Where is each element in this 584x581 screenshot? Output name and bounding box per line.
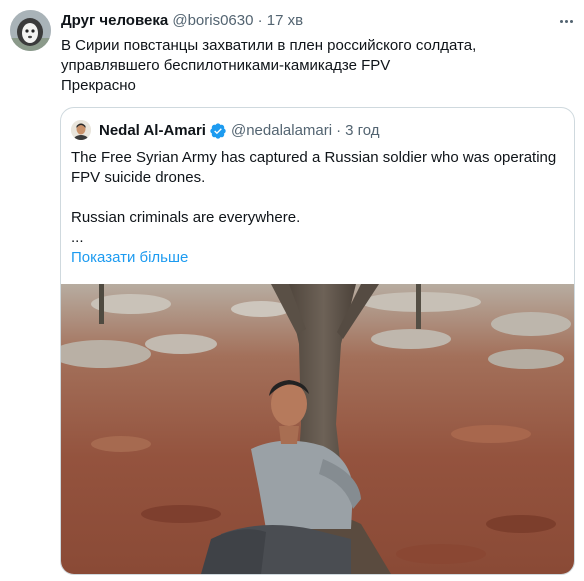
tweet-header: Друг человека @boris0630 · 17 хв <box>61 11 303 31</box>
tweet-timestamp[interactable]: 17 хв <box>267 12 303 29</box>
quoted-tweet-timestamp[interactable]: 3 год <box>345 121 379 141</box>
quoted-text-line: ... <box>71 229 84 246</box>
quoted-text-blank-line <box>71 188 566 208</box>
quoted-author-avatar[interactable] <box>71 120 91 140</box>
quoted-author-name[interactable]: Nedal Al-Amari <box>99 121 206 141</box>
tweet-text-line: управлявшего беспилотниками-камикадзе FP… <box>61 57 391 74</box>
tweet-text-line: Прекрасно <box>61 77 136 94</box>
show-more-link[interactable]: Показати більше <box>71 248 188 268</box>
verified-badge-icon <box>210 123 226 139</box>
quoted-tweet-text: The Free Syrian Army has captured a Russ… <box>71 148 566 248</box>
quoted-header-separator: · <box>336 122 342 139</box>
quoted-tweet-video[interactable] <box>61 284 574 574</box>
header-separator: · <box>257 12 263 29</box>
quoted-tweet[interactable]: Nedal Al-Amari @nedalalamari · 3 год The… <box>60 107 575 575</box>
quoted-text-line: The Free Syrian Army has captured a Russ… <box>71 149 557 166</box>
tweet-text: В Сирии повстанцы захватили в плен росси… <box>61 36 561 96</box>
quoted-author-handle[interactable]: @nedalalamari <box>231 121 332 141</box>
tweet-text-line: В Сирии повстанцы захватили в плен росси… <box>61 37 477 54</box>
tweet[interactable]: Друг человека @boris0630 · 17 хв В Сирии… <box>0 0 584 581</box>
more-options-icon[interactable] <box>556 13 576 29</box>
author-avatar[interactable] <box>10 10 51 51</box>
quoted-tweet-header: Nedal Al-Amari @nedalalamari · 3 год <box>99 121 380 141</box>
author-handle[interactable]: @boris0630 <box>172 12 253 29</box>
author-name[interactable]: Друг человека <box>61 12 168 29</box>
quoted-text-line: FPV suicide drones. <box>71 169 206 186</box>
quoted-text-line: Russian criminals are everywhere. <box>71 209 301 226</box>
